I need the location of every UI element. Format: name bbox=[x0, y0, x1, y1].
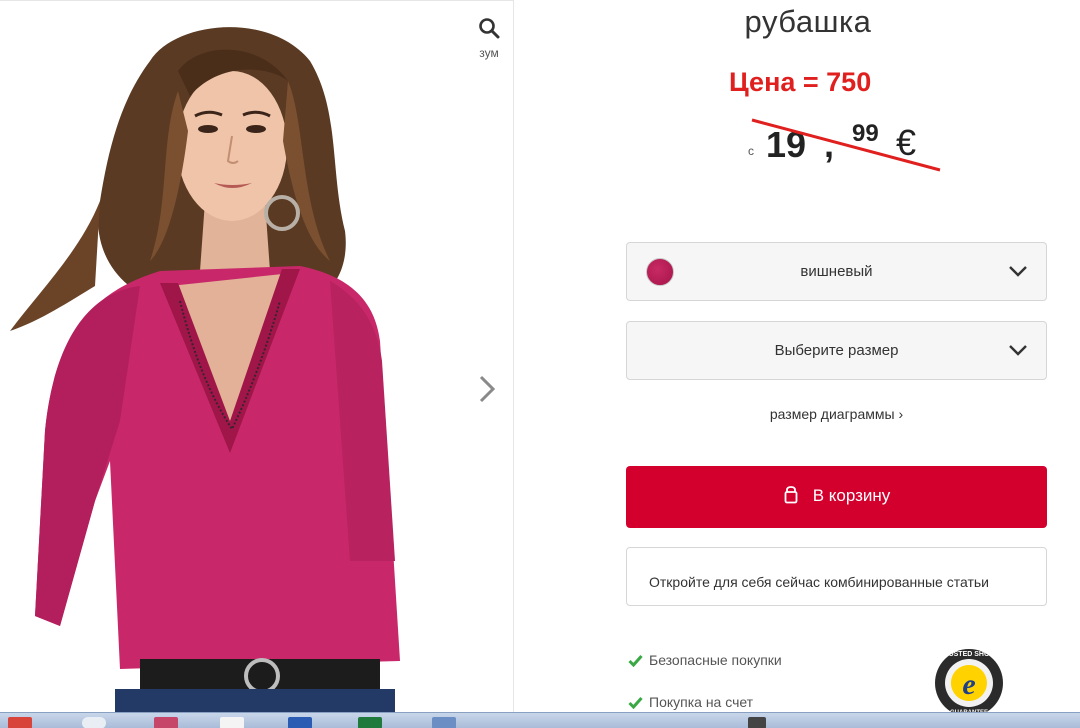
color-select-value: вишневый bbox=[800, 263, 873, 280]
badge-letter: e bbox=[962, 668, 975, 701]
add-to-cart-button[interactable]: В корзину bbox=[626, 466, 1047, 528]
taskbar-app-icon[interactable] bbox=[154, 717, 178, 728]
next-image-button[interactable] bbox=[470, 369, 504, 409]
zoom-label: зум bbox=[479, 46, 499, 60]
color-select[interactable]: вишневый bbox=[626, 242, 1047, 301]
size-select[interactable]: Выберите размер bbox=[626, 321, 1047, 380]
checkmark-icon bbox=[628, 697, 643, 709]
shopping-bag-icon bbox=[784, 486, 798, 504]
combined-items-label: Откройте для себя сейчас комбинированные… bbox=[649, 574, 989, 590]
taskbar-app-icon[interactable] bbox=[220, 717, 244, 728]
taskbar-app-icon[interactable] bbox=[82, 717, 106, 728]
chevron-down-icon bbox=[1009, 266, 1027, 277]
add-to-cart-label: В корзину bbox=[812, 486, 891, 505]
taskbar-app-icon[interactable] bbox=[748, 717, 766, 728]
badge-top-text: TRUSTED SHOPS bbox=[939, 651, 999, 658]
search-icon bbox=[479, 18, 500, 39]
feature-invoice-purchase: Покупка на счет bbox=[628, 694, 753, 710]
product-title: рубашка bbox=[744, 4, 872, 39]
price-strikethrough bbox=[751, 118, 941, 172]
trusted-shops-badge[interactable]: e TRUSTED SHOPS GUARANTEE bbox=[930, 645, 1008, 717]
chevron-right-icon bbox=[479, 375, 496, 403]
taskbar-app-icon[interactable] bbox=[8, 717, 32, 728]
chevron-down-icon bbox=[1009, 345, 1027, 356]
taskbar-word-icon[interactable] bbox=[288, 717, 312, 728]
product-gallery: зум bbox=[0, 0, 514, 712]
taskbar-app-icon[interactable] bbox=[432, 717, 456, 728]
taskbar-excel-icon[interactable] bbox=[358, 717, 382, 728]
feature-label: Покупка на счет bbox=[649, 694, 754, 710]
product-image[interactable] bbox=[0, 1, 514, 712]
feature-secure-shopping: Безопасные покупки bbox=[628, 652, 782, 668]
size-select-value: Выберите размер bbox=[774, 342, 899, 359]
size-chart-link[interactable]: размер диаграммы › bbox=[626, 406, 1047, 422]
taskbar bbox=[0, 712, 1080, 728]
checkmark-icon bbox=[628, 655, 643, 667]
feature-label: Безопасные покупки bbox=[649, 652, 782, 668]
zoom-button[interactable]: зум bbox=[466, 17, 512, 73]
price-annotation: Цена = 750 bbox=[729, 67, 872, 97]
price: с 19 , 99 € bbox=[744, 116, 954, 180]
combined-items-box[interactable]: Откройте для себя сейчас комбинированные… bbox=[626, 547, 1047, 606]
